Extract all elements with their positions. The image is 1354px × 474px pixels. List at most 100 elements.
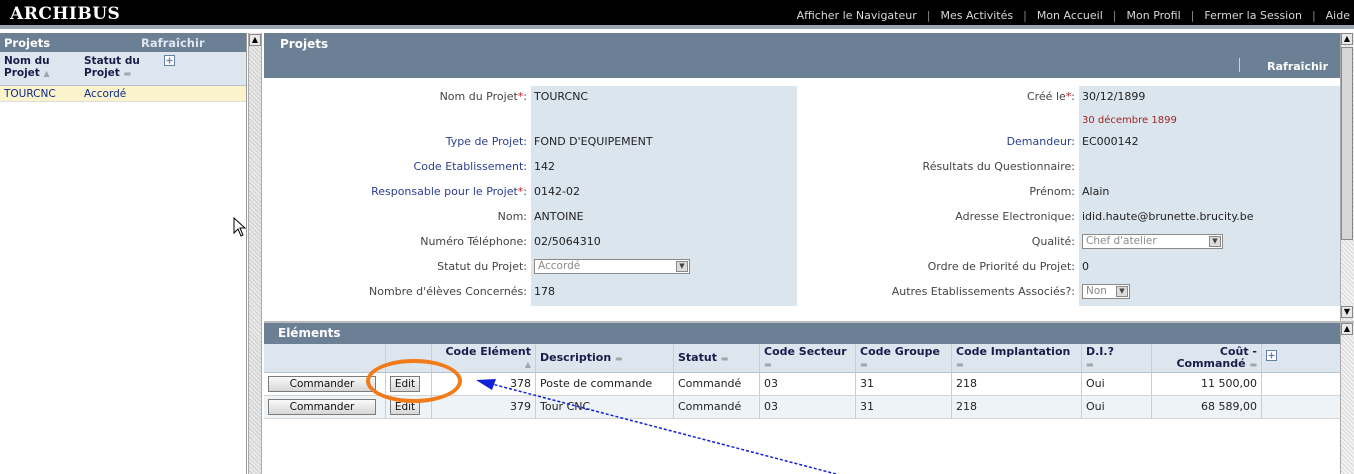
command-button[interactable]: Commander xyxy=(268,399,376,415)
project-form-panel: Projets Rafraîchir Nom du Projet*: TOURC… xyxy=(264,33,1340,321)
edit-button[interactable]: Edit xyxy=(390,376,420,392)
quality-select[interactable]: Chef d'atelier ▼ xyxy=(1082,234,1223,249)
column-header-project-status[interactable]: Statut du Projet ▬ xyxy=(80,52,160,85)
project-type-value[interactable]: FOND D'EQUIPEMENT xyxy=(531,131,797,156)
edit-button[interactable]: Edit xyxy=(390,399,420,415)
sort-none-icon: ▬ xyxy=(764,360,772,369)
group-code-cell: 31 xyxy=(856,396,952,418)
priority-value[interactable]: 0 xyxy=(1079,256,1340,281)
scroll-up-icon[interactable]: ▲ xyxy=(249,34,261,46)
chevron-down-icon: ▼ xyxy=(1116,286,1128,297)
establishment-code-value[interactable]: 142 xyxy=(531,156,797,181)
column-header-element-code[interactable]: Code Elément ▲ xyxy=(432,344,536,372)
form-row: Nom: ANTOINE Adresse Electronique: idid.… xyxy=(264,206,1340,231)
quality-label: Qualité: xyxy=(1031,235,1075,248)
edit-cell: Edit xyxy=(386,396,432,418)
requester-value[interactable]: EC000142 xyxy=(1079,131,1340,156)
nav-logout[interactable]: Fermer la Session xyxy=(1204,9,1302,22)
scroll-down-icon[interactable]: ▼ xyxy=(1341,306,1353,318)
column-header-di[interactable]: D.I.? ▬ xyxy=(1082,344,1152,372)
column-header-blank xyxy=(264,344,386,372)
app-logo: ARCHIBUS xyxy=(10,4,121,24)
project-manager-value[interactable]: 0142-02 xyxy=(531,181,797,206)
column-header-location-code[interactable]: Code Implantation ▬ xyxy=(952,344,1082,372)
element-code-cell: 378 xyxy=(432,373,536,395)
nav-separator: | xyxy=(926,9,931,22)
email-label: Adresse Electronique: xyxy=(955,210,1075,223)
priority-label: Ordre de Priorité du Projet: xyxy=(927,260,1075,273)
blank-cell xyxy=(1262,373,1340,395)
phone-value[interactable]: 02/5064310 xyxy=(531,231,797,256)
questionnaire-results-value[interactable] xyxy=(1079,156,1340,181)
requester-label: Demandeur: xyxy=(1006,135,1075,148)
nav-separator: | xyxy=(1112,9,1117,22)
other-establishments-label: Autres Etablissements Associés?: xyxy=(891,285,1075,298)
form-row: Responsable pour le Projet*: 0142-02 Pré… xyxy=(264,181,1340,206)
form-row: Code Etablissement: 142 Résultats du Que… xyxy=(264,156,1340,181)
project-form-refresh-button[interactable]: Rafraîchir xyxy=(1267,60,1328,73)
nav-separator: | xyxy=(1190,9,1195,22)
project-type-label: Type de Projet: xyxy=(445,135,527,148)
other-establishments-field: Non ▼ xyxy=(1079,281,1340,306)
panel-splitter[interactable] xyxy=(248,33,262,474)
column-header-group-code[interactable]: Code Groupe ▬ xyxy=(856,344,952,372)
questionnaire-results-label: Résultats du Questionnaire: xyxy=(922,160,1075,173)
column-header-description[interactable]: Description ▬ xyxy=(536,344,674,372)
students-count-label: Nombre d'élèves Concernés: xyxy=(368,285,527,298)
project-status-cell[interactable]: Accordé xyxy=(80,86,160,101)
nav-my-home[interactable]: Mon Accueil xyxy=(1037,9,1103,22)
sort-none-icon: ▬ xyxy=(860,360,868,369)
add-column-icon[interactable] xyxy=(1262,344,1340,372)
created-date-value[interactable]: 30/12/1899 30 décembre 1899 xyxy=(1079,86,1340,131)
command-cell: Commander xyxy=(264,396,386,418)
column-header-sector-code[interactable]: Code Secteur ▬ xyxy=(760,344,856,372)
elements-columns: Code Elément ▲ Description ▬ Statut ▬ Co… xyxy=(264,344,1340,373)
last-name-value[interactable]: ANTOINE xyxy=(531,206,797,231)
projects-list-refresh-button[interactable]: Rafraîchir xyxy=(100,36,246,50)
table-row: Commander Edit 379 Tour CNC Commandé 03 … xyxy=(264,396,1340,419)
grid-scrollbar[interactable] xyxy=(1340,323,1354,474)
group-code-cell: 31 xyxy=(856,373,952,395)
sort-none-icon: ▬ xyxy=(1249,360,1257,369)
edit-cell: Edit xyxy=(386,373,432,395)
form-scrollbar-thumb[interactable] xyxy=(1341,47,1353,240)
email-value[interactable]: idid.haute@brunette.brucity.be xyxy=(1079,206,1340,231)
column-header-project-name[interactable]: Nom du Projet ▲ xyxy=(0,52,80,85)
di-cell: Oui xyxy=(1082,396,1152,418)
add-column-icon[interactable] xyxy=(160,52,190,85)
mouse-cursor-icon xyxy=(233,217,247,237)
projects-list-panel: Projets Rafraîchir Nom du Projet ▲ Statu… xyxy=(0,33,247,474)
projects-list-columns: Nom du Projet ▲ Statut du Projet ▬ xyxy=(0,52,246,86)
phone-label: Numéro Téléphone: xyxy=(420,235,527,248)
project-manager-label: Responsable pour le Projet*: xyxy=(371,185,527,198)
project-status-label: Statut du Projet: xyxy=(437,260,527,273)
command-cell: Commander xyxy=(264,373,386,395)
last-name-label: Nom: xyxy=(497,210,527,223)
project-status-select[interactable]: Accordé ▼ xyxy=(534,259,690,274)
nav-show-navigator[interactable]: Afficher le Navigateur xyxy=(797,9,917,22)
nav-my-profile[interactable]: Mon Profil xyxy=(1127,9,1181,22)
column-header-cost[interactable]: Coût - Commandé ▬ xyxy=(1152,344,1262,372)
form-row: Nom du Projet*: TOURCNC Créé le*: 30/12/… xyxy=(264,86,1340,131)
project-name-value[interactable]: TOURCNC xyxy=(531,86,797,131)
form-row: Type de Projet: FOND D'EQUIPEMENT Demand… xyxy=(264,131,1340,156)
nav-my-activities[interactable]: Mes Activités xyxy=(940,9,1013,22)
command-button[interactable]: Commander xyxy=(268,376,376,392)
first-name-value[interactable]: Alain xyxy=(1079,181,1340,206)
nav-help[interactable]: Aide xyxy=(1326,9,1350,22)
project-status-field: Accordé ▼ xyxy=(531,256,797,281)
students-count-value[interactable]: 178 xyxy=(531,281,797,306)
scroll-up-icon[interactable]: ▲ xyxy=(1341,323,1353,335)
column-header-status[interactable]: Statut ▬ xyxy=(674,344,760,372)
scroll-up-icon[interactable]: ▲ xyxy=(1341,33,1353,45)
sort-ascending-icon: ▲ xyxy=(524,360,531,369)
description-cell: Tour CNC xyxy=(536,396,674,418)
quality-field: Chef d'atelier ▼ xyxy=(1079,231,1340,256)
project-name-cell[interactable]: TOURCNC xyxy=(0,86,80,101)
other-establishments-select[interactable]: Non ▼ xyxy=(1082,284,1130,299)
sort-none-icon: ▬ xyxy=(1086,360,1094,369)
form-row: Nombre d'élèves Concernés: 178 Autres Et… xyxy=(264,281,1340,306)
establishment-code-label: Code Etablissement: xyxy=(413,160,527,173)
nav-separator: | xyxy=(1023,9,1027,22)
list-item[interactable]: TOURCNC Accordé xyxy=(0,86,246,102)
